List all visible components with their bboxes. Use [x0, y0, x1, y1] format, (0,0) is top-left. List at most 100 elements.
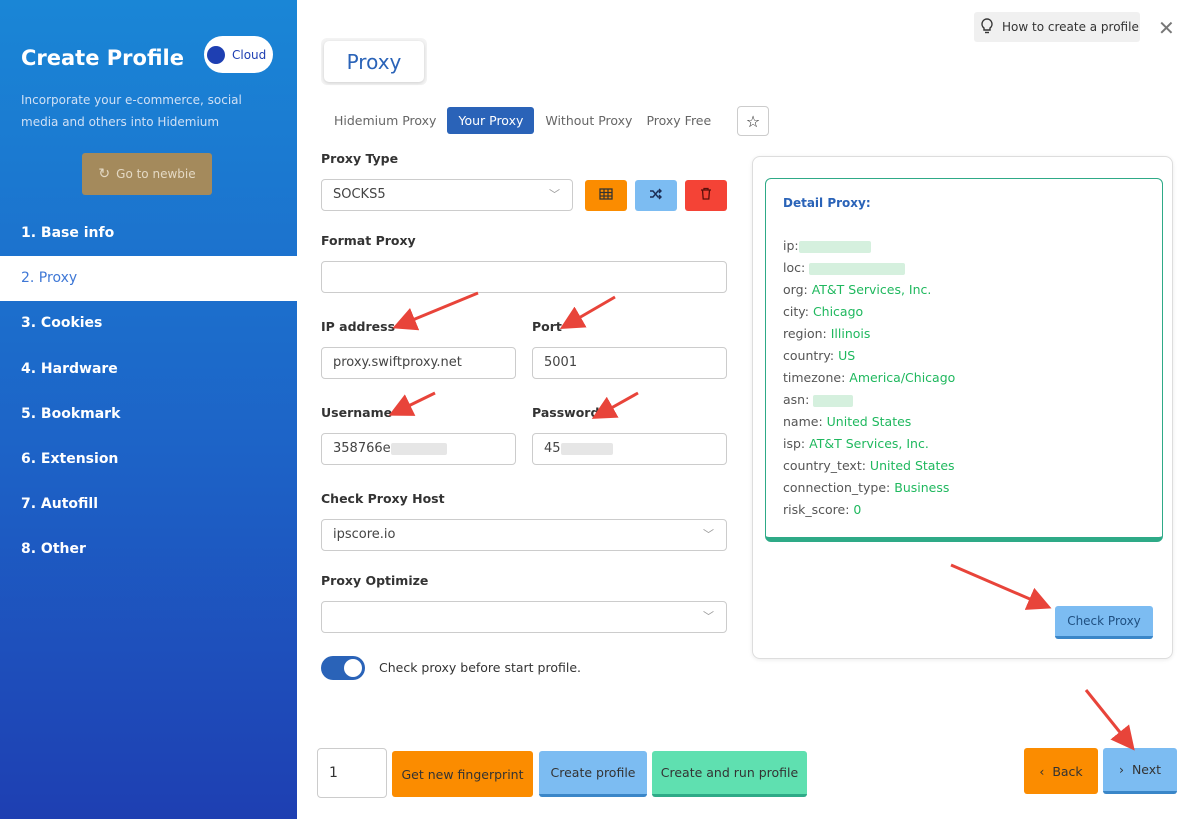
detail-proxy-title: Detail Proxy:	[783, 196, 871, 210]
cloud-label: Cloud	[232, 47, 267, 62]
detail-key: risk_score:	[783, 502, 850, 517]
page-title: Proxy	[324, 41, 424, 82]
sidebar-nav: 1. Base info 2. Proxy 3. Cookies 4. Hard…	[0, 211, 297, 573]
toggle-knob	[344, 659, 362, 677]
sidebar-item-extension[interactable]: 6. Extension	[0, 437, 297, 482]
go-to-newbie-button[interactable]: ↻ Go to newbie	[82, 153, 212, 195]
ip-address-input[interactable]: proxy.swiftproxy.net	[321, 347, 516, 379]
port-label: Port	[532, 319, 562, 334]
cloud-toggle[interactable]: Cloud	[204, 36, 273, 73]
chevron-left-icon: ‹	[1039, 763, 1045, 779]
redacted-mask	[560, 442, 613, 455]
back-label: Back	[1052, 763, 1083, 779]
close-icon[interactable]: ✕	[1158, 16, 1175, 40]
detail-row: isp: AT&T Services, Inc.	[783, 433, 955, 455]
detail-row: risk_score: 0	[783, 499, 955, 521]
refresh-icon: ↻	[98, 166, 111, 182]
proxy-optimize-select[interactable]: ﹀	[321, 601, 727, 633]
detail-key: connection_type:	[783, 480, 891, 495]
tab-without-proxy[interactable]: Without Proxy	[538, 107, 639, 134]
username-label: Username	[321, 405, 393, 420]
detail-value: AT&T Services, Inc.	[809, 436, 929, 451]
redacted-mask	[390, 442, 447, 455]
detail-row: name: United States	[783, 411, 955, 433]
detail-row: city: Chicago	[783, 301, 955, 323]
chevron-down-icon: ﹀	[703, 610, 714, 623]
proxy-type-value: SOCKS5	[333, 187, 386, 202]
detail-key: asn:	[783, 392, 810, 407]
detail-row: country: US	[783, 345, 955, 367]
help-label: How to create a profile	[1002, 20, 1139, 34]
detail-value: Illinois	[830, 326, 871, 341]
sidebar-item-hardware[interactable]: 4. Hardware	[0, 347, 297, 392]
how-to-create-profile-button[interactable]: How to create a profile	[974, 12, 1140, 42]
check-proxy-host-select[interactable]: ipscore.io ﹀	[321, 519, 727, 551]
redacted-mask	[813, 394, 854, 407]
create-profile-button[interactable]: Create profile	[539, 751, 647, 797]
get-new-fingerprint-button[interactable]: Get new fingerprint	[392, 751, 533, 797]
detail-row: region: Illinois	[783, 323, 955, 345]
shuffle-button[interactable]	[635, 180, 677, 211]
detail-key: city:	[783, 304, 809, 319]
table-view-button[interactable]	[585, 180, 627, 211]
delete-button[interactable]	[685, 180, 727, 211]
detail-key: loc:	[783, 260, 806, 275]
detail-key: country_text:	[783, 458, 866, 473]
sidebar-item-autofill[interactable]: 7. Autofill	[0, 482, 297, 527]
username-input[interactable]: 358766e	[321, 433, 516, 465]
password-value: 45	[544, 441, 561, 456]
detail-key: ip:	[783, 238, 799, 253]
redacted-mask	[809, 262, 906, 275]
sidebar-title: Create Profile	[21, 46, 184, 70]
tab-your-proxy[interactable]: Your Proxy	[447, 107, 535, 134]
proxy-optimize-label: Proxy Optimize	[321, 573, 429, 588]
sidebar-item-bookmark[interactable]: 5. Bookmark	[0, 392, 297, 437]
proxy-type-select[interactable]: SOCKS5 ﹀	[321, 179, 573, 211]
username-value: 358766e	[333, 441, 391, 456]
proxy-detail-card: Detail Proxy: ip: loc: org: AT&T Service…	[752, 156, 1173, 659]
detail-key: name:	[783, 414, 823, 429]
sidebar-item-base-info[interactable]: 1. Base info	[0, 211, 297, 256]
chevron-right-icon: ›	[1118, 762, 1124, 777]
ip-address-label: IP address	[321, 319, 396, 334]
favorite-star-button[interactable]: ☆	[737, 106, 769, 136]
cloud-toggle-knob	[207, 45, 225, 64]
go-to-newbie-label: Go to newbie	[116, 167, 196, 181]
sidebar: Create Profile Cloud Incorporate your e-…	[0, 0, 297, 819]
detail-value: United States	[869, 458, 955, 473]
detail-row: asn:	[783, 389, 955, 411]
sidebar-item-cookies[interactable]: 3. Cookies	[0, 301, 297, 346]
detail-value: US	[838, 348, 856, 363]
port-input[interactable]: 5001	[532, 347, 727, 379]
detail-row: country_text: United States	[783, 455, 955, 477]
tab-hidemium-proxy[interactable]: Hidemium Proxy	[327, 107, 443, 134]
sidebar-item-other[interactable]: 8. Other	[0, 527, 297, 572]
star-icon: ☆	[745, 111, 761, 131]
back-button[interactable]: ‹ Back	[1024, 748, 1098, 794]
tab-proxy-free[interactable]: Proxy Free	[639, 107, 718, 134]
sidebar-item-proxy[interactable]: 2. Proxy	[0, 256, 297, 302]
trash-icon	[700, 187, 712, 204]
detail-value: 0	[853, 502, 862, 517]
redacted-mask	[798, 240, 871, 253]
detail-row: connection_type: Business	[783, 477, 955, 499]
detail-value: Chicago	[812, 304, 864, 319]
proxy-type-label: Proxy Type	[321, 151, 399, 166]
check-proxy-toggle[interactable]	[321, 656, 365, 680]
detail-value: America/Chicago	[849, 370, 956, 385]
main-panel: Proxy How to create a profile ✕ Hidemium…	[297, 0, 1196, 819]
next-label: Next	[1131, 762, 1162, 777]
create-and-run-profile-button[interactable]: Create and run profile	[652, 751, 807, 797]
detail-value: AT&T Services, Inc.	[811, 282, 932, 297]
password-label: Password	[532, 405, 600, 420]
profile-count-input[interactable]: 1	[317, 748, 387, 798]
next-button[interactable]: › Next	[1103, 748, 1177, 794]
shuffle-icon	[649, 188, 663, 204]
lightbulb-icon	[980, 17, 994, 37]
check-proxy-button[interactable]: Check Proxy	[1055, 606, 1153, 639]
table-icon	[599, 187, 613, 204]
format-proxy-input[interactable]	[321, 261, 727, 293]
detail-value: United States	[826, 414, 912, 429]
password-input[interactable]: 45	[532, 433, 727, 465]
chevron-down-icon: ﹀	[549, 188, 560, 201]
